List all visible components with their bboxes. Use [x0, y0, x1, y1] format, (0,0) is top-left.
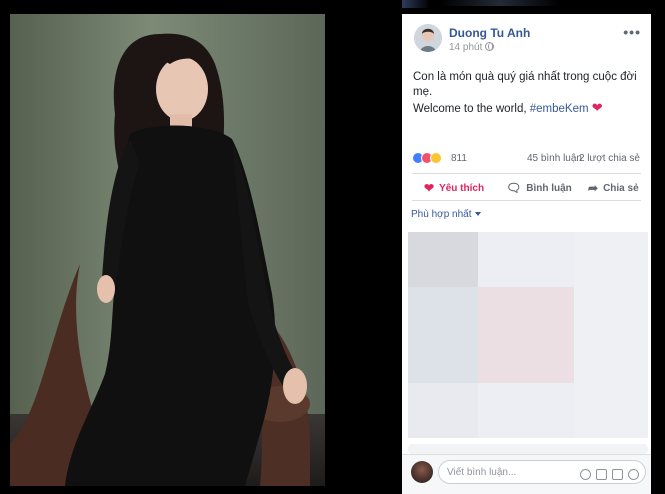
blur-tile	[574, 232, 648, 287]
composer-tools	[575, 467, 639, 485]
share-button-label: Chia sẻ	[603, 183, 639, 194]
author-name[interactable]: Duong Tu Anh	[449, 26, 530, 40]
wow-icon	[430, 152, 442, 164]
share-button[interactable]: ➦ Chia sẻ	[588, 181, 639, 195]
sticker-icon[interactable]	[628, 469, 639, 480]
post-header: Duong Tu Anh 14 phút •••	[402, 14, 651, 70]
blur-tile	[408, 232, 478, 287]
post-side-panel: Duong Tu Anh 14 phút ••• Con là món quà …	[402, 14, 651, 494]
blur-tile	[408, 383, 478, 438]
author-avatar[interactable]	[414, 24, 442, 52]
chevron-down-icon	[474, 212, 481, 216]
photo-stage	[0, 0, 402, 494]
gif-icon[interactable]	[612, 469, 623, 480]
blur-tile	[408, 287, 478, 383]
comment-input-placeholder: Viết bình luận...	[447, 467, 517, 478]
comments-count[interactable]: 45 bình luận	[527, 153, 582, 164]
comment-button[interactable]: 🗨 Bình luận	[506, 181, 572, 195]
comment-input[interactable]: Viết bình luận...	[438, 460, 646, 484]
like-button[interactable]: ❤ Yêu thích	[424, 181, 484, 195]
post-text-prefix: Welcome to the world,	[413, 103, 530, 115]
blur-tile	[478, 383, 574, 438]
globe-icon	[485, 42, 495, 51]
background-glow	[440, 0, 560, 6]
avatar-image	[414, 24, 442, 52]
partial-comment	[408, 444, 648, 454]
love-reaction-icon: ❤	[424, 181, 435, 195]
post-text-line: Welcome to the world, #embeKem ❤	[413, 100, 641, 117]
post-timestamp[interactable]: 14 phút	[449, 42, 495, 53]
camera-icon[interactable]	[596, 469, 607, 480]
blur-tile	[574, 383, 648, 438]
blurred-comments-area	[408, 232, 648, 438]
post-text-line: Con là món quà quý giá nhất trong cuộc đ…	[413, 71, 637, 98]
comment-button-label: Bình luận	[526, 183, 572, 194]
user-avatar[interactable]	[411, 461, 433, 483]
blur-tile	[574, 287, 648, 383]
blur-tile	[478, 232, 574, 287]
hashtag-link[interactable]: #embeKem	[530, 103, 589, 115]
post-photo[interactable]	[10, 14, 325, 486]
comment-sort-select[interactable]: Phù hợp nhất	[411, 209, 481, 220]
more-options-button[interactable]: •••	[623, 24, 641, 40]
post-text: Con là món quà quý giá nhất trong cuộc đ…	[413, 70, 641, 117]
comment-icon: 🗨	[506, 181, 522, 195]
emoji-icon[interactable]	[580, 469, 591, 480]
heart-emoji: ❤	[591, 100, 603, 115]
action-bar: ❤ Yêu thích 🗨 Bình luận ➦ Chia sẻ	[412, 173, 641, 201]
blur-tile	[478, 287, 574, 383]
post-stats: 811 45 bình luận 2 lượt chia sẻ	[412, 151, 642, 167]
share-icon: ➦	[588, 181, 599, 195]
timestamp-text: 14 phút	[449, 42, 483, 53]
photo-illustration	[10, 14, 325, 486]
shares-count[interactable]: 2 lượt chia sẻ	[579, 153, 640, 164]
photo-viewer: Duong Tu Anh 14 phút ••• Con là món quà …	[0, 0, 665, 494]
reaction-count[interactable]: 811	[451, 153, 467, 164]
comment-composer: Viết bình luận...	[402, 454, 651, 494]
comment-sort-label: Phù hợp nhất	[411, 209, 472, 220]
like-button-label: Yêu thích	[439, 183, 485, 194]
